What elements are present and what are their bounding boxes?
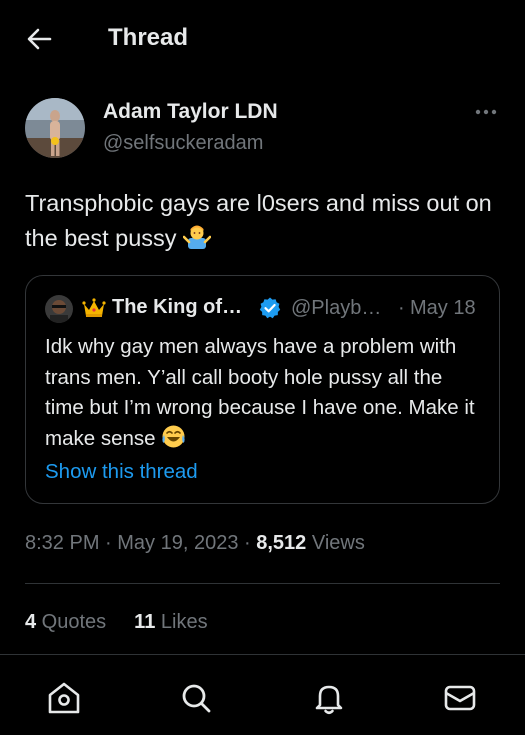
quoted-author-handle: @Playb… xyxy=(291,297,382,319)
bell-icon[interactable] xyxy=(309,678,349,718)
meta-separator: · xyxy=(238,532,257,554)
views-label: Views xyxy=(306,532,365,554)
divider xyxy=(25,583,500,584)
quoted-tweet-card[interactable]: The King of… @Playb… · May 18 Idk why ga… xyxy=(25,275,500,504)
quotes-count: 4 xyxy=(25,611,37,633)
quoted-tweet-body: Idk why gay men always have a problem wi… xyxy=(45,335,475,450)
page-title: Thread xyxy=(108,24,189,51)
search-icon[interactable] xyxy=(176,678,216,718)
home-icon[interactable] xyxy=(44,678,84,718)
quoted-tweet-text: Idk why gay men always have a problem wi… xyxy=(45,332,485,454)
meta-separator: · xyxy=(99,532,118,554)
quotes-stat[interactable]: 4 Quotes xyxy=(25,611,106,634)
tweet-body: Transphobic gays are l0sers and miss out… xyxy=(25,186,495,256)
tears-of-joy-emoji-icon xyxy=(161,424,186,449)
shrug-emoji-icon xyxy=(182,223,212,251)
tweet-meta: 8:32 PM · May 19, 2023 · 8,512 Views xyxy=(25,532,365,555)
verified-badge-icon xyxy=(258,296,282,320)
tweet-date[interactable]: May 19, 2023 xyxy=(117,532,238,554)
more-options-icon[interactable] xyxy=(470,100,502,126)
likes-stat[interactable]: 11 Likes xyxy=(134,611,207,634)
dot-separator: · xyxy=(398,297,405,319)
engagement-stats: 4 Quotes 11 Likes xyxy=(25,611,236,634)
author-name[interactable]: Adam Taylor LDN xyxy=(103,100,278,124)
quoted-tweet-date: May 18 xyxy=(410,297,476,319)
crown-emoji-icon xyxy=(81,295,107,321)
bottom-navigation xyxy=(0,655,525,735)
back-arrow-icon[interactable] xyxy=(22,22,56,56)
quoted-author-avatar xyxy=(45,295,73,323)
tweet-text: Transphobic gays are l0sers and miss out… xyxy=(25,190,492,251)
quotes-label: Quotes xyxy=(36,611,107,633)
top-bar: Thread xyxy=(0,0,525,80)
tweet-time[interactable]: 8:32 PM xyxy=(25,532,99,554)
views-count: 8,512 xyxy=(256,532,307,554)
show-thread-link[interactable]: Show this thread xyxy=(45,460,198,484)
author-avatar[interactable] xyxy=(25,98,85,158)
tweet-detail-screen: Thread Adam Taylor LDN @selfsuckeradam T… xyxy=(0,0,525,735)
quoted-author-name: The King of… xyxy=(112,296,242,318)
likes-label: Likes xyxy=(155,611,208,633)
likes-count: 11 xyxy=(134,611,156,633)
author-handle[interactable]: @selfsuckeradam xyxy=(103,132,263,155)
mail-icon[interactable] xyxy=(440,678,480,718)
